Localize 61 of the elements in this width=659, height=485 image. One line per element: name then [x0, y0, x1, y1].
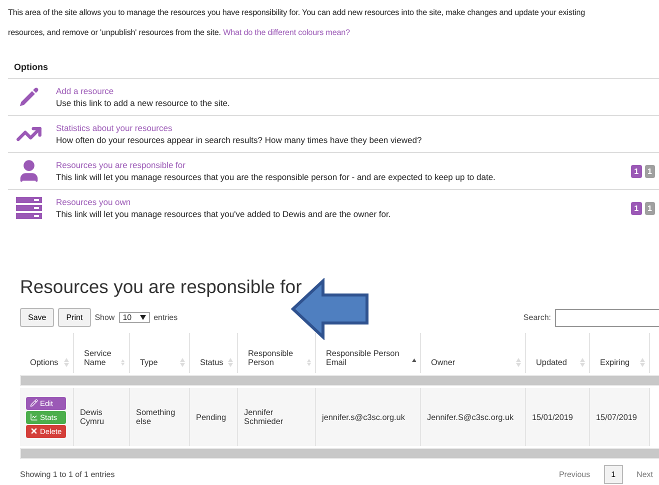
sort-icon[interactable] — [228, 358, 233, 367]
table-cell: Jennifer Schmieder — [238, 388, 316, 446]
search-label: Search: — [523, 313, 551, 322]
table-cell: Pending — [190, 388, 238, 446]
scrollbar[interactable] — [20, 375, 659, 386]
column-header[interactable]: Owner — [431, 358, 456, 367]
column-header[interactable]: Expiring — [600, 358, 630, 367]
table-cell: Something else — [130, 388, 190, 446]
table-cell: Dewis Cymru — [74, 388, 130, 446]
column-header[interactable]: Responsible Person Email — [326, 349, 412, 367]
column-header[interactable]: Service Name — [84, 349, 122, 367]
page-size-select[interactable]: 10 — [118, 312, 150, 323]
count-badge: 1 — [644, 202, 655, 214]
intro-text: resources, and remove or 'unpublish' resources from the site. — [8, 28, 221, 37]
options-title: Options — [14, 62, 49, 74]
option-link[interactable]: Resources you are responsible for — [56, 160, 620, 170]
column-header[interactable]: Options — [30, 358, 58, 367]
pencil-icon — [17, 85, 41, 109]
caret-icon — [140, 315, 146, 320]
show-label: Show — [94, 313, 115, 322]
column-header[interactable]: Type — [140, 358, 158, 367]
count-badge: 1 — [644, 164, 655, 178]
sort-icon[interactable] — [180, 358, 185, 367]
section-title: Resources you are responsible for — [20, 276, 303, 298]
column-header[interactable]: Status — [200, 358, 224, 367]
table-cell: Jennifer.S@c3sc.org.uk — [421, 388, 526, 446]
sort-icon[interactable] — [306, 358, 311, 367]
close-icon — [30, 427, 38, 435]
sort-icon[interactable] — [121, 358, 125, 367]
count-badge: 1 — [631, 202, 642, 214]
next-link[interactable]: Next — [630, 469, 659, 480]
scrollbar[interactable] — [20, 448, 659, 459]
intro-text: This area of the site allows you to manage the resources you have responsibility for. You can add new resources into the site, make changes and update your existing — [8, 8, 586, 17]
column-header[interactable]: Updated — [536, 358, 567, 367]
entries-label: entries — [154, 313, 178, 322]
entries-info: Showing 1 to 1 of 1 entries — [20, 470, 115, 479]
option-description: This link will let you manage resources that you've added to Dewis and are the owner for. — [56, 209, 392, 219]
previous-link[interactable]: Previous — [552, 469, 596, 480]
chart-icon — [30, 413, 38, 421]
option-description: Use this link to add a new resource to the site. — [56, 98, 231, 108]
table-cell: 15/01/2019 — [526, 388, 590, 446]
page-button[interactable]: 1 — [604, 465, 623, 484]
sort-icon[interactable] — [580, 358, 585, 367]
column-header[interactable]: Responsible Person — [248, 349, 307, 367]
option-description: This link will let you manage resources that you are the responsible person for - and are expected to keep up to date. — [56, 172, 496, 182]
sort-icon[interactable] — [64, 358, 69, 367]
pencil-icon — [30, 399, 38, 407]
sort-icon[interactable] — [516, 358, 521, 367]
table-cell: 15/07/2019 — [590, 388, 650, 446]
toolbar-button[interactable]: Save — [20, 308, 54, 327]
option-link[interactable]: Resources you own — [56, 197, 620, 207]
option-link[interactable]: Add a resource — [56, 86, 659, 96]
count-badge: 1 — [631, 164, 642, 178]
colours-link[interactable]: What do the different colours mean? — [223, 28, 350, 37]
option-link[interactable]: Statistics about your resources — [56, 123, 659, 133]
sort-icon[interactable] — [640, 358, 645, 367]
table-cell: jennifer.s@c3sc.org.uk — [316, 388, 421, 446]
toolbar-button[interactable]: Print — [58, 308, 91, 327]
search-field[interactable] — [555, 308, 659, 326]
option-description: How often do your resources appear in search results? How many times have they been viewed? — [56, 135, 423, 145]
list-icon — [16, 197, 42, 219]
